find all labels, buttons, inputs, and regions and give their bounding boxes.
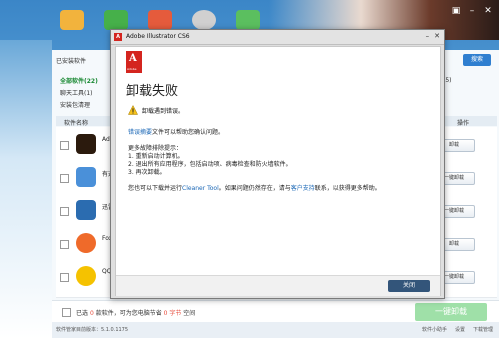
- error-summary-text: 文件可以帮助您确认问题。: [152, 129, 225, 136]
- apps-icon: [236, 10, 260, 30]
- installed-tab[interactable]: 已安装软件: [56, 56, 86, 65]
- skin-icon[interactable]: ▣: [451, 6, 461, 16]
- dialog-titlebar: A Adobe Illustrator CS6 – ✕: [111, 30, 444, 45]
- sidebar-item-package-clean[interactable]: 安装包清理: [60, 100, 90, 109]
- summary-suffix: 空间: [183, 310, 196, 317]
- row-checkbox[interactable]: [60, 207, 69, 216]
- row-checkbox[interactable]: [60, 174, 69, 183]
- row-checkbox[interactable]: [60, 141, 69, 150]
- games-icon: [192, 10, 216, 30]
- cleaner-prefix: 您也可以下载并运行: [128, 185, 183, 192]
- minimize-icon[interactable]: –: [467, 6, 477, 16]
- illustrator-app-icon: [76, 134, 96, 154]
- dialog-title: Adobe Illustrator CS6: [126, 33, 190, 40]
- error-summary-link[interactable]: 错误摘要: [128, 129, 152, 136]
- uninstall-failed-dialog: A Adobe Illustrator CS6 – ✕ A Adobe 卸载失败…: [110, 29, 445, 299]
- tip-item: 3. 再次卸载。: [128, 169, 166, 176]
- dialog-content: A Adobe 卸载失败 卸载遇到错误。 错误摘要文件可以帮助您确认问题。 更多…: [115, 46, 441, 296]
- foxit-app-icon: [76, 233, 96, 253]
- column-name-header: 软件名称: [64, 120, 89, 127]
- dialog-footer: 关闭: [116, 275, 440, 296]
- upgrade-icon: [104, 10, 128, 30]
- snow-scene-background: [0, 40, 52, 338]
- toolbar-software-store[interactable]: [58, 10, 86, 32]
- batch-uninstall-button[interactable]: 一键卸载: [415, 303, 487, 321]
- close-button[interactable]: 关闭: [388, 280, 430, 292]
- sidebar-item-chat[interactable]: 聊天工具(1): [60, 88, 93, 97]
- row-app-name: Ad: [102, 136, 110, 143]
- dialog-heading: 卸载失败: [126, 84, 179, 99]
- xunlei-app-icon: [76, 200, 96, 220]
- summary-prefix: 已选: [76, 310, 89, 317]
- warning-text: 卸载遇到错误。: [142, 108, 185, 115]
- cleaner-mid: 。如果问题仍然存在，请与: [218, 185, 291, 192]
- window-controls: ▣ – ✕: [451, 6, 493, 16]
- warning-icon: [128, 105, 138, 115]
- dialog-minimize-icon[interactable]: –: [426, 32, 430, 40]
- search-button[interactable]: 搜索: [463, 54, 491, 66]
- adobe-logo-word: Adobe: [127, 67, 137, 71]
- summary-mid: 款软件，可为您电脑节省: [95, 310, 162, 317]
- column-action-header: 操作: [456, 120, 469, 127]
- row-checkbox[interactable]: [60, 273, 69, 282]
- cleaner-suffix: 联系，以获得更多帮助。: [314, 185, 381, 192]
- adobe-titlebar-icon: A: [114, 33, 122, 41]
- customer-support-link[interactable]: 客户支持: [291, 185, 315, 192]
- status-bar: 软件管家目前版本：5.1.0.1175 软件小助手 设置 下载管理: [52, 322, 499, 338]
- selected-count: 0: [89, 310, 94, 317]
- download-manager-link[interactable]: 下载管理: [473, 326, 493, 333]
- error-summary-line: 错误摘要文件可以帮助您确认问题。: [128, 127, 224, 136]
- adobe-logo-mark: A: [129, 53, 137, 64]
- sidebar-item-all[interactable]: 全部软件(22): [60, 76, 98, 85]
- store-icon: [60, 10, 84, 30]
- qq-app-icon: [76, 266, 96, 286]
- version-text: 软件管家目前版本：5.1.0.1175: [56, 327, 129, 333]
- dialog-close-icon[interactable]: ✕: [434, 32, 440, 40]
- close-icon[interactable]: ✕: [483, 6, 493, 16]
- cleaner-tool-link[interactable]: Cleaner Tool: [182, 185, 219, 192]
- uninstall-icon: [148, 10, 172, 30]
- cleaner-tool-line: 您也可以下载并运行Cleaner Tool。如果问题仍然存在，请与客户支持联系，…: [128, 183, 381, 192]
- adobe-logo: A Adobe: [126, 51, 142, 73]
- youdao-app-icon: [76, 167, 96, 187]
- settings-link[interactable]: 设置: [455, 326, 465, 333]
- select-all-checkbox[interactable]: [62, 308, 71, 317]
- helper-link[interactable]: 软件小助手: [422, 326, 447, 333]
- selection-summary: 已选 0 款软件，可为您电脑节省 0 字节 空间: [76, 308, 195, 317]
- bottom-action-bar: 已选 0 款软件，可为您电脑节省 0 字节 空间 一键卸载: [52, 300, 499, 323]
- space-saved: 0 字节: [163, 310, 182, 317]
- row-checkbox[interactable]: [60, 240, 69, 249]
